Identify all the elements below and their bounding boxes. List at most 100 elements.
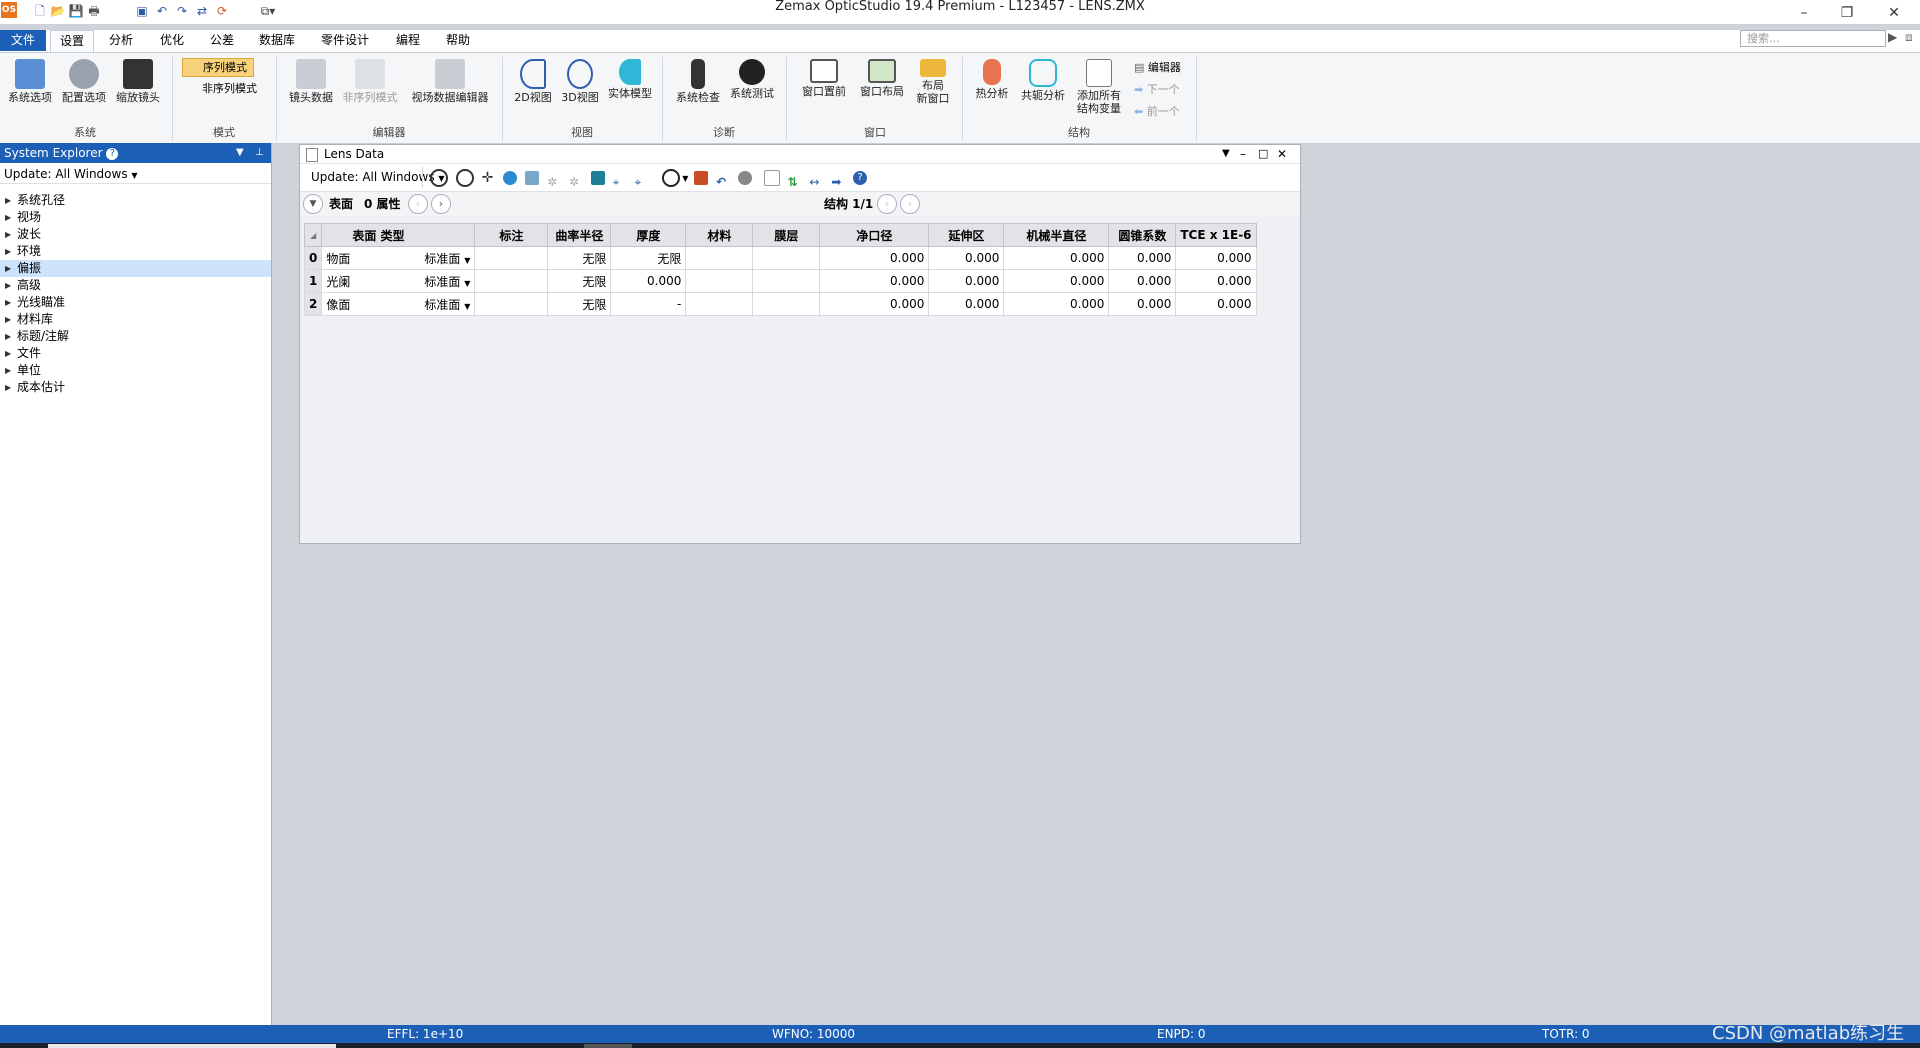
surface-type-dropdown[interactable]: 标准面 ▼ [424, 296, 470, 313]
column-header-coating[interactable]: 膜层 [752, 223, 821, 247]
expand-arrow-icon[interactable]: ▶ [5, 260, 11, 277]
menu-optimize[interactable]: 优化 [151, 30, 193, 51]
tree-item[interactable]: ▶ 高级 [0, 277, 271, 294]
system-options-button[interactable]: 系统选项 [4, 53, 56, 104]
tree-item[interactable]: ▶ 视场 [0, 209, 271, 226]
bidirectional-icon[interactable]: ↔ [809, 171, 823, 189]
radius-cell[interactable]: 无限 [547, 292, 612, 316]
lens-data-button[interactable]: 镜头数据 [284, 53, 338, 104]
tree-item[interactable]: ▶ 环境 [0, 243, 271, 260]
tree-item[interactable]: ▶ 波长 [0, 226, 271, 243]
taskbar-item[interactable] [48, 1044, 336, 1048]
clear-semi-dia-cell[interactable]: 0.000 [819, 246, 930, 270]
mech-semi-dia-cell[interactable]: 0.000 [1003, 269, 1110, 293]
tree-item[interactable]: ▶ 标题/注解 [0, 328, 271, 345]
tce-cell[interactable]: 0.000 [1175, 269, 1257, 293]
coating-cell[interactable] [752, 292, 821, 316]
split-icon[interactable]: ✲ [547, 171, 561, 189]
reverse-icon[interactable]: ⌖ [634, 171, 648, 189]
column-header-clear-semi-dia[interactable]: 净口径 [819, 223, 930, 247]
layout-new-window-button[interactable]: 布局 新窗口 [910, 53, 956, 105]
surface-type-cell[interactable]: 像面 标准面 ▼ [321, 292, 476, 316]
next-config-button[interactable]: › [900, 194, 920, 214]
chip-zone-cell[interactable]: 0.000 [928, 292, 1005, 316]
page-icon[interactable] [763, 169, 780, 186]
row-index[interactable]: 1 [303, 269, 323, 293]
menu-analyze[interactable]: 分析 [100, 30, 142, 51]
search-go-icon[interactable]: ▶ [1888, 30, 1897, 44]
tree-item[interactable]: ▶ 成本估计 [0, 379, 271, 396]
pickup-icon[interactable] [455, 168, 474, 187]
tce-cell[interactable]: 0.000 [1175, 292, 1257, 316]
column-header-mech-semi-dia[interactable]: 机械半直径 [1003, 223, 1110, 247]
expand-arrow-icon[interactable]: ▶ [5, 311, 11, 328]
radius-cell[interactable]: 无限 [547, 269, 612, 293]
column-header-conic[interactable]: 圆锥系数 [1108, 223, 1177, 247]
system-test-button[interactable]: 系统测试 [726, 53, 778, 100]
window-front-button[interactable]: 窗口置前 [796, 53, 852, 98]
tree-item[interactable]: ▶ 材料库 [0, 311, 271, 328]
minimize-icon[interactable]: – [1240, 145, 1246, 163]
prev-config-button[interactable]: ‹ [877, 194, 897, 214]
lens-update-dropdown[interactable]: Update: All Windows ▼ [311, 166, 445, 190]
aperture-icon[interactable] [662, 168, 681, 187]
expand-arrow-icon[interactable]: ▶ [5, 277, 11, 294]
field-data-editor-button[interactable]: 视场数据编辑器 [404, 53, 496, 104]
chevron-down-icon[interactable]: ▼ [682, 174, 688, 183]
chip-zone-cell[interactable]: 0.000 [928, 246, 1005, 270]
minimize-icon[interactable]: – [1784, 4, 1824, 22]
expand-arrow-icon[interactable]: ▶ [5, 328, 11, 345]
pin-icon[interactable]: ⊥ [255, 143, 264, 163]
close-icon[interactable]: ✕ [1874, 4, 1914, 22]
tree-item[interactable]: ▶ 文件 [0, 345, 271, 362]
3d-view-button[interactable]: 3D视图 [557, 53, 603, 104]
tce-cell[interactable]: 0.000 [1175, 246, 1257, 270]
menu-tolerance[interactable]: 公差 [201, 30, 243, 51]
expand-arrow-icon[interactable]: ▶ [5, 243, 11, 260]
tree-item[interactable]: ▶ 偏振 [0, 260, 271, 277]
column-header-material[interactable]: 材料 [685, 223, 754, 247]
column-header-thickness[interactable]: 厚度 [610, 223, 687, 247]
coating-cell[interactable] [752, 269, 821, 293]
add-all-configs-button[interactable]: 添加所有 结构变量 [1072, 53, 1126, 115]
arrow-right-icon[interactable]: ➡ [831, 171, 845, 189]
config-options-button[interactable]: 配置选项 [58, 53, 110, 104]
conic-cell[interactable]: 0.000 [1108, 246, 1177, 270]
search-input[interactable]: 搜索... [1740, 30, 1886, 47]
column-header-radius[interactable]: 曲率半径 [547, 223, 612, 247]
next-surface-button[interactable]: › [431, 194, 451, 214]
mech-semi-dia-cell[interactable]: 0.000 [1003, 292, 1110, 316]
expand-arrow-icon[interactable]: ▶ [5, 209, 11, 226]
menu-file[interactable]: 文件 [0, 30, 47, 51]
tree-item[interactable]: ▶ 系统孔径 [0, 192, 271, 209]
undo-icon[interactable]: ↶ [716, 171, 730, 189]
nonsequential-mode-button[interactable]: 非序列模式 [182, 80, 263, 97]
menu-help[interactable]: 帮助 [437, 30, 479, 51]
expand-arrow-icon[interactable]: ▶ [5, 379, 11, 396]
config-editor-button[interactable]: ▤ 编辑器 [1134, 59, 1181, 75]
scale-lens-button[interactable]: 缩放镜头 [112, 53, 164, 104]
tree-item[interactable]: ▶ 光线瞄准 [0, 294, 271, 311]
comment-cell[interactable] [474, 269, 549, 293]
expand-arrow-icon[interactable]: ▶ [5, 226, 11, 243]
comment-cell[interactable] [474, 292, 549, 316]
shaded-model-button[interactable]: 实体模型 [604, 53, 656, 100]
coating-cell[interactable] [752, 246, 821, 270]
next-config-button[interactable]: ➡ 下一个 [1134, 81, 1180, 97]
material-cell[interactable] [685, 269, 754, 293]
ribbon-collapse-icon[interactable]: ⧈ [1905, 30, 1913, 45]
window-menu-icon[interactable]: ▼ [1222, 145, 1230, 163]
solve-icon[interactable] [430, 168, 448, 187]
row-index[interactable]: 0 [303, 246, 323, 270]
surface-type-cell[interactable]: 光阑 标准面 ▼ [321, 269, 476, 293]
restore-icon[interactable]: ❐ [1827, 4, 1867, 22]
toggle-icon[interactable] [737, 170, 752, 185]
maximize-icon[interactable]: □ [1258, 145, 1268, 163]
thickness-cell[interactable]: - [610, 292, 687, 316]
conjugate-analysis-button[interactable]: 共轭分析 [1016, 53, 1070, 102]
chart-icon[interactable] [525, 170, 540, 185]
chip-zone-cell[interactable]: 0.000 [928, 269, 1005, 293]
prev-config-button[interactable]: ⬅ 前一个 [1134, 103, 1180, 119]
taskbar-item[interactable] [584, 1044, 632, 1048]
radius-cell[interactable]: 无限 [547, 246, 612, 270]
